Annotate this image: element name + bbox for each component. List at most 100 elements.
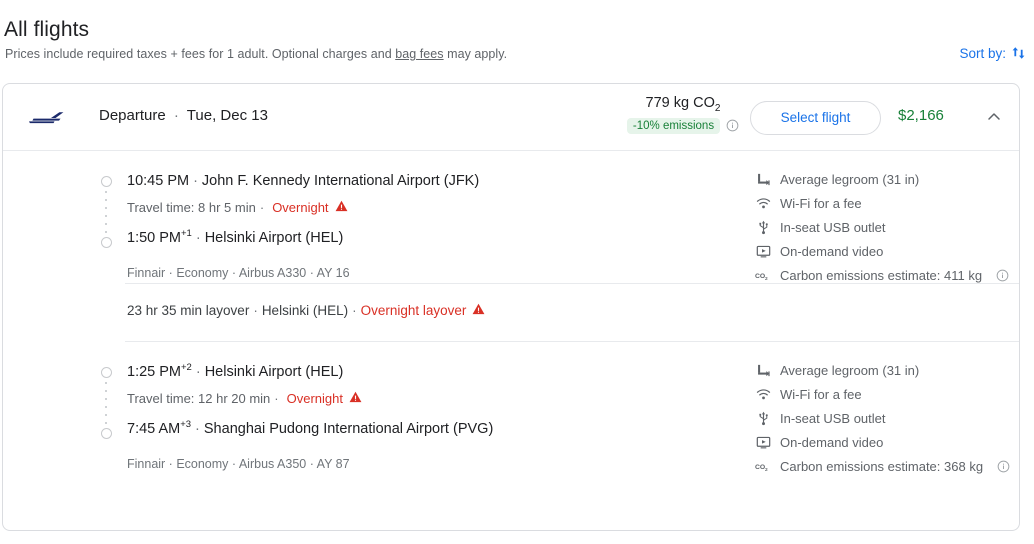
timeline-dot-arrive <box>101 237 112 248</box>
emissions-info-icon[interactable] <box>726 119 739 132</box>
travel-separator: · <box>256 200 268 215</box>
page-title: All flights <box>4 18 89 42</box>
amenity-label: On-demand video <box>780 435 883 450</box>
leg-separator: · <box>192 364 205 380</box>
amenity-label: Wi-Fi for a fee <box>780 387 862 402</box>
amenity-row: In-seat USB outlet <box>755 406 1010 430</box>
departure-label: Departure · Tue, Dec 13 <box>99 107 268 124</box>
video-icon <box>755 434 771 450</box>
flight-leg: 1:25 PM+2·Helsinki Airport (HEL) Travel … <box>3 342 1019 474</box>
leg-departure-time: 10:45 PM <box>127 173 189 189</box>
layover-separator: · <box>249 303 262 318</box>
leg-timeline <box>99 176 115 248</box>
header-separator: · <box>170 107 183 124</box>
leg-separator: · <box>191 421 204 437</box>
leg-travel-time-row: Travel time: 12 hr 20 min · Overnight <box>127 388 493 408</box>
overnight-layover-label: Overnight layover <box>361 303 467 318</box>
amenity-row: CO 2 Carbon emissions estimate: 368 kg <box>755 454 1010 478</box>
timeline-connector <box>105 191 107 235</box>
bag-fees-link[interactable]: bag fees <box>395 47 443 61</box>
leg-amenities: Average legroom (31 in) Wi-Fi for a fee <box>755 167 1009 287</box>
sort-by-button[interactable]: Sort by: <box>959 45 1026 61</box>
svg-text:CO: CO <box>755 464 765 471</box>
leg-departure-time: 1:25 PM <box>127 364 181 380</box>
wifi-icon <box>755 386 771 402</box>
co2-icon: CO 2 <box>755 458 771 474</box>
amenity-label: Wi-Fi for a fee <box>780 196 862 211</box>
layover-separator: · <box>348 303 361 318</box>
amenity-label: In-seat USB outlet <box>780 220 886 235</box>
amenity-label: Carbon emissions estimate: 368 kg <box>780 459 983 474</box>
timeline-connector <box>105 382 107 426</box>
amenity-row: In-seat USB outlet <box>755 215 1009 239</box>
carbon-info-icon[interactable] <box>997 460 1010 473</box>
flight-card-header[interactable]: Departure · Tue, Dec 13 779 kg CO2 -10% … <box>3 84 1019 151</box>
layover-duration: 23 hr 35 min layover <box>127 303 249 318</box>
leg-departure-airport: John F. Kennedy International Airport (J… <box>202 173 479 189</box>
leg-arrival-airport: Helsinki Airport (HEL) <box>205 230 344 246</box>
amenity-label: Average legroom (31 in) <box>780 363 919 378</box>
flight-price: $2,166 <box>898 107 944 124</box>
leg-arrival-row: 7:45 AM+3·Shanghai Pudong International … <box>127 416 493 438</box>
amenity-row: Wi-Fi for a fee <box>755 382 1010 406</box>
leg-arrival-day-offset: +3 <box>180 419 191 430</box>
carbon-info-icon[interactable] <box>996 269 1009 282</box>
leg-departure-day-offset: +2 <box>181 362 192 373</box>
amenity-label: Carbon emissions estimate: 411 kg <box>780 268 982 283</box>
warning-triangle-icon <box>335 200 348 215</box>
leg-amenities: Average legroom (31 in) Wi-Fi for a fee <box>755 358 1010 478</box>
timeline-dot-depart <box>101 176 112 187</box>
warning-triangle-icon <box>472 303 485 318</box>
leg-travel-time-row: Travel time: 8 hr 5 min · Overnight <box>127 197 479 217</box>
amenity-row: Average legroom (31 in) <box>755 167 1009 191</box>
overnight-label: Overnight <box>272 200 328 215</box>
select-flight-button[interactable]: Select flight <box>750 101 881 135</box>
leg-airline-meta: Finnair · Economy · Airbus A350 · AY 87 <box>127 457 493 471</box>
co2-value: 779 kg CO <box>646 95 715 111</box>
amenity-row: On-demand video <box>755 239 1009 263</box>
leg-departure-row: 10:45 PM·John F. Kennedy International A… <box>127 168 479 190</box>
layover-row: 23 hr 35 min layover · Helsinki (HEL) · … <box>125 283 1019 342</box>
leg-arrival-row: 1:50 PM+1·Helsinki Airport (HEL) <box>127 225 479 247</box>
leg-separator: · <box>189 173 202 189</box>
leg-arrival-airport: Shanghai Pudong International Airport (P… <box>204 421 493 437</box>
leg-separator: · <box>192 230 205 246</box>
flight-card: Departure · Tue, Dec 13 779 kg CO2 -10% … <box>2 83 1020 531</box>
amenity-row: On-demand video <box>755 430 1010 454</box>
usb-icon <box>755 410 771 426</box>
direction-text: Departure <box>99 107 166 124</box>
legroom-icon <box>755 171 771 187</box>
co2-total: 779 kg CO2 <box>623 95 743 114</box>
emissions-summary: 779 kg CO2 -10% emissions <box>623 95 743 134</box>
svg-text:2: 2 <box>765 276 768 282</box>
layover-details: 23 hr 35 min layover · Helsinki (HEL) · … <box>127 303 485 318</box>
flight-results-page: All flights Prices include required taxe… <box>0 0 1034 544</box>
leg-timeline <box>99 367 115 439</box>
leg-details: 1:25 PM+2·Helsinki Airport (HEL) Travel … <box>127 359 493 471</box>
collapse-card-button[interactable] <box>981 106 1007 132</box>
wifi-icon <box>755 195 771 211</box>
video-icon <box>755 243 771 259</box>
leg-arrival-time: 7:45 AM <box>127 421 180 437</box>
leg-travel-time: Travel time: 12 hr 20 min <box>127 391 270 406</box>
usb-icon <box>755 219 771 235</box>
sort-by-label: Sort by: <box>959 46 1006 61</box>
leg-airline-meta: Finnair · Economy · Airbus A330 · AY 16 <box>127 266 479 280</box>
amenity-row: Wi-Fi for a fee <box>755 191 1009 215</box>
chevron-up-icon <box>986 109 1002 130</box>
amenity-label: Average legroom (31 in) <box>780 172 919 187</box>
price-disclaimer: Prices include required taxes + fees for… <box>5 47 507 61</box>
travel-separator: · <box>270 391 282 406</box>
warning-triangle-icon <box>349 391 362 406</box>
disclaimer-text-after: may apply. <box>444 47 508 61</box>
leg-departure-airport: Helsinki Airport (HEL) <box>205 364 344 380</box>
legroom-icon <box>755 362 771 378</box>
co2-icon: CO 2 <box>755 267 771 283</box>
sort-arrows-icon <box>1011 45 1026 61</box>
amenity-label: In-seat USB outlet <box>780 411 886 426</box>
leg-details: 10:45 PM·John F. Kennedy International A… <box>127 168 479 280</box>
amenity-row: Average legroom (31 in) <box>755 358 1010 382</box>
layover-airport: Helsinki (HEL) <box>262 303 348 318</box>
emissions-badge: -10% emissions <box>627 118 720 134</box>
finnair-logo-icon <box>29 110 73 126</box>
